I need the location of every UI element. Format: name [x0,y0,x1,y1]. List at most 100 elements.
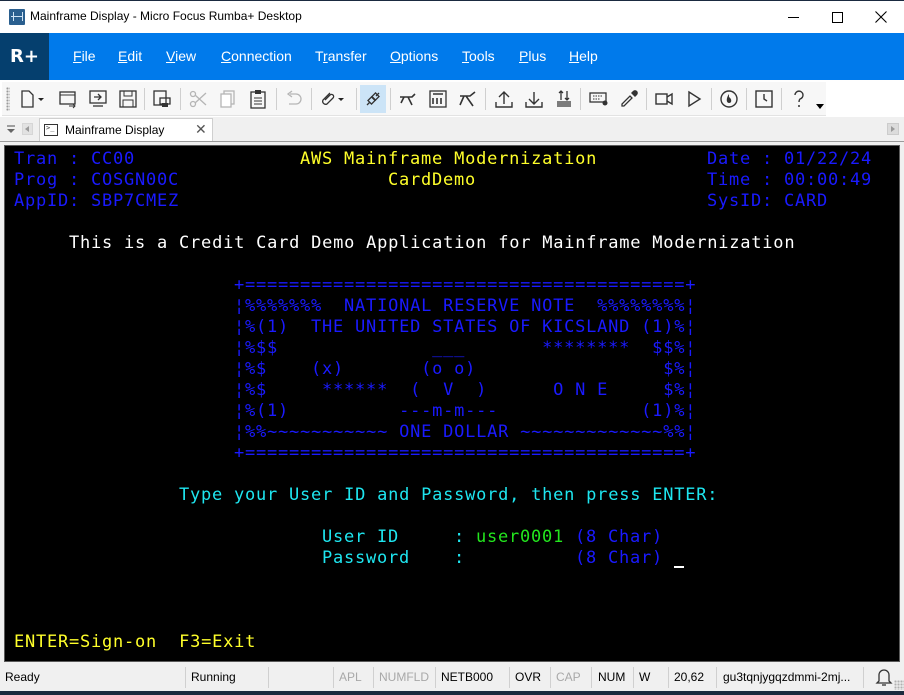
host-name: gu3tqnjygqzdmmi-2mj... [723,670,851,684]
status-separator [716,667,717,688]
close-icon [875,11,887,23]
menu-accel: T [462,48,469,64]
copy-button[interactable] [215,85,241,113]
prog-value: COSGN00C [91,170,180,190]
terminal-row-1: Prog : COSGN00C CardDemo Time : 00:00:49 [14,170,871,191]
save-button[interactable] [115,85,141,113]
terminal-row-4: This is a Credit Card Demo Application f… [14,233,795,254]
menu-connection[interactable]: Connection [221,48,292,64]
batch-transfer-icon [557,90,571,107]
menu-label: ansfer [327,48,367,64]
hotspot-icon [459,91,476,107]
menu-options[interactable]: Options [390,48,438,64]
play-macro-button[interactable] [681,85,707,113]
menu-help[interactable]: Help [569,48,598,64]
disconnect-button[interactable] [360,85,386,113]
banknote-text: ¦%(1) THE UNITED STATES OF KICSLAND (1)%… [234,317,697,337]
tab-list-dropdown-icon[interactable] [6,124,16,134]
appid-value: SBP7CMEZ [91,191,180,211]
userid-input[interactable]: user0001 [476,527,564,548]
batch-transfer-button[interactable] [551,85,577,113]
route-button[interactable] [395,85,421,113]
toolbar-area [0,80,904,117]
banknote-text: +=======================================… [234,275,697,295]
menu-transfer[interactable]: Transfer [315,48,367,64]
indicator-numfld: NUMFLD [379,670,429,684]
maximize-icon [831,11,843,23]
indicator-cap: CAP [556,670,581,684]
hotspot-button[interactable] [455,85,481,113]
menu-accel: O [390,48,401,64]
paste-button[interactable] [245,85,271,113]
menu-label: ile [81,48,96,64]
script-button[interactable] [716,85,742,113]
sysid-value: CARD [784,191,829,211]
password-label: Password [322,548,411,568]
banknote-text: ¦%(1) ---m-m--- (1)%¦ [234,401,697,421]
notification-bell-icon[interactable] [875,667,893,687]
timer-button[interactable] [751,85,777,113]
status-state: Ready [5,670,40,684]
print-screen-button[interactable] [149,85,175,113]
attach-button[interactable] [315,85,351,113]
script-icon [720,90,738,108]
tab-scroll-right-icon[interactable] [887,123,899,135]
menu-label: dit [127,48,143,64]
terminal-row-18: User ID : user0001 (8 Char) [14,527,662,548]
terminal-screen[interactable]: Tran : CC00 AWS Mainframe Modernization … [4,145,900,662]
record-macro-button[interactable] [651,85,677,113]
tab-scroll-left-icon[interactable] [22,123,33,135]
maximize-button[interactable] [814,1,860,33]
toolbar-separator [781,88,782,110]
terminal-row-16: Type your User ID and Password, then pre… [14,485,717,506]
menu-file[interactable]: File [73,48,96,64]
status-separator [668,667,669,688]
tab-mainframe-display[interactable]: Mainframe Display ✕ [39,118,213,141]
play-macro-icon [688,90,702,108]
tran-label: Tran : [14,149,81,169]
attach-icon [322,92,344,105]
color-picker-icon [621,90,638,107]
toolbar-separator [485,88,486,110]
menu-plus[interactable]: Plus [519,48,546,64]
menu-view[interactable]: View [166,48,196,64]
sysid-label: SysID: [707,191,774,211]
password-colon: : [454,548,466,568]
instruction-text: Type your User ID and Password, then pre… [179,485,719,505]
toolbar-grip[interactable] [6,87,10,111]
timer-icon [755,90,773,108]
menu-accel: P [519,48,529,64]
download-button[interactable] [521,85,547,113]
window-title: Mainframe Display - Micro Focus Rumba+ D… [30,9,302,23]
help-button[interactable] [786,85,812,113]
minimize-button[interactable] [770,1,816,33]
keyboard-settings-button[interactable] [586,85,612,113]
indicator-netb: NETB000 [441,670,494,684]
menu-tools[interactable]: Tools [462,48,495,64]
keyboard-map-button[interactable] [425,85,451,113]
close-button[interactable] [858,1,904,33]
paste-icon [250,90,266,109]
status-separator [509,667,510,688]
toolbar-separator [144,88,145,110]
toolbar-overflow-icon[interactable] [816,104,824,109]
undo-icon [286,90,302,105]
indicator-wrap: W [639,670,651,684]
resize-grip[interactable] [894,680,904,690]
cut-button[interactable] [185,85,211,113]
password-hint: (8 Char) [575,548,664,568]
rumba-logo[interactable]: R+ [0,33,49,80]
status-separator [435,667,436,688]
new-session-button[interactable] [16,85,50,113]
color-picker-button[interactable] [616,85,642,113]
tab-close-icon[interactable]: ✕ [195,121,207,138]
password-input[interactable] [476,548,564,569]
cut-icon [189,90,207,108]
open-session-button[interactable] [55,85,81,113]
connect-button[interactable] [85,85,111,113]
upload-button[interactable] [491,85,517,113]
toolbar-separator [356,88,357,110]
open-session-icon [59,91,76,109]
undo-button[interactable] [280,85,306,113]
menu-edit[interactable]: Edit [118,48,142,64]
